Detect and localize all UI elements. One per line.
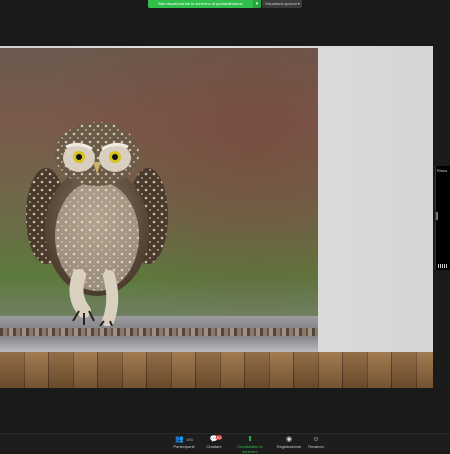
participants-label: Partecipanti [173, 444, 195, 449]
chevron-down-icon: ▾ [297, 1, 300, 6]
participant-thumbnail[interactable]: Rinus [435, 166, 450, 270]
owl-photo [0, 48, 318, 352]
share-screen-icon: ⬆ [247, 436, 253, 443]
meeting-toolbar: 👥 193 Partecipanti 💬 83 Chattare ⬆ Condiv… [0, 433, 450, 454]
chat-button[interactable]: 💬 83 Chattare [194, 435, 234, 449]
chat-label: Chattare [206, 444, 222, 449]
view-options-button[interactable]: Visualizza opzioni ▾ [262, 0, 302, 8]
chevron-down-icon[interactable]: ▾ [253, 0, 261, 8]
wooden-floor [0, 352, 433, 388]
shared-screen [0, 46, 433, 388]
resize-handle[interactable] [436, 212, 438, 220]
share-banner-text: Stai visualizzando lo schermo di quarant… [158, 1, 243, 6]
photo-stones [0, 328, 318, 336]
reactions-label: Reazioni [308, 444, 324, 449]
view-options-label: Visualizza opzioni [265, 1, 297, 6]
reactions-icon: ☺ [312, 436, 320, 443]
share-screen-label: Condividere lo schermo [237, 444, 263, 454]
reactions-button[interactable]: ☺ Reazioni [296, 435, 336, 449]
owl-illustration [26, 122, 168, 326]
audio-level-icon [438, 264, 448, 268]
screen-share-banner[interactable]: Stai visualizzando lo schermo di quarant… [148, 0, 261, 8]
chat-icon: 💬 [209, 436, 219, 443]
share-screen-button[interactable]: ⬆ Condividere lo schermo [230, 435, 270, 454]
participants-count: 193 [186, 437, 193, 442]
participant-name: Rinus [437, 168, 448, 173]
